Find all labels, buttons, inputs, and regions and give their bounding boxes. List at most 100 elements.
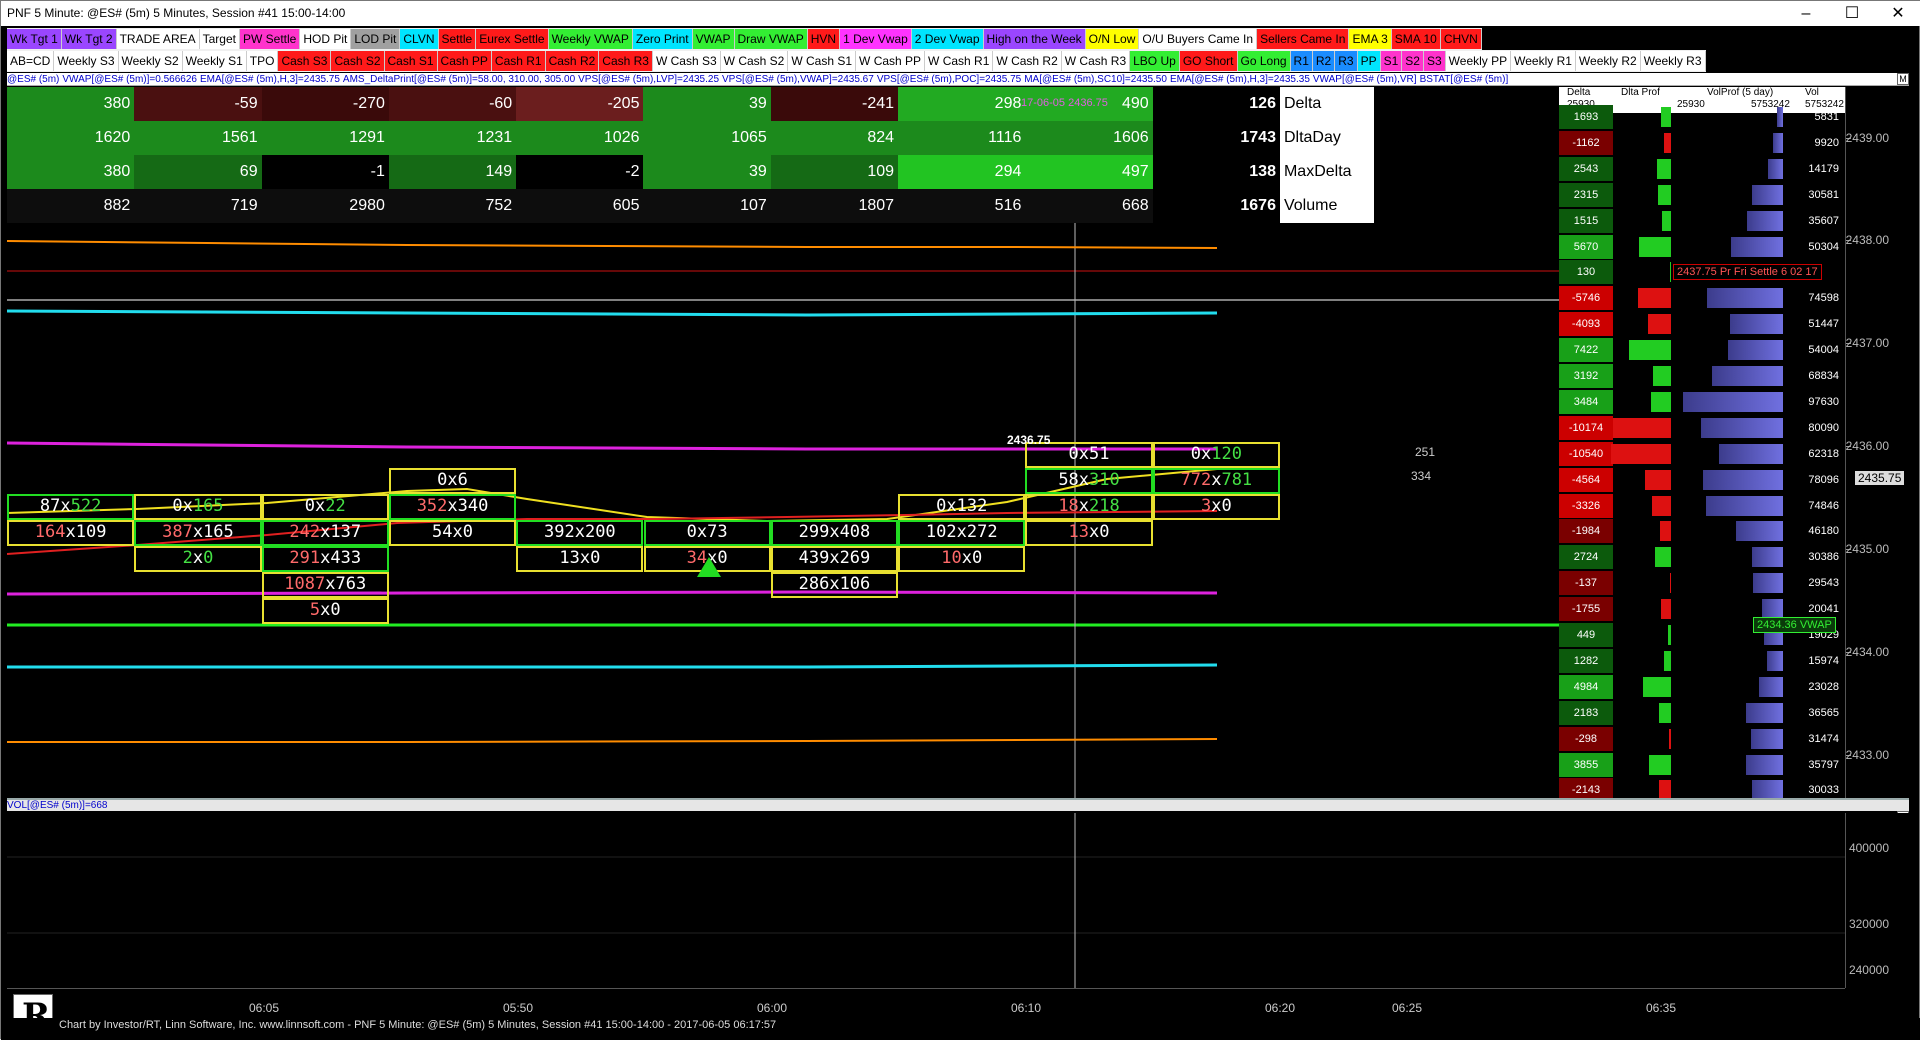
toolbar-button-weekly-s1[interactable]: Weekly S1 [182,51,247,71]
delta-profile-bar [1662,210,1671,231]
vp-delta-title: Delta [1567,87,1591,98]
toolbar-button-w-cash-s3[interactable]: W Cash S3 [652,51,721,71]
toolbar-button-w-cash-s2[interactable]: W Cash S2 [720,51,789,71]
toolbar-button-wk-tgt-2[interactable]: Wk Tgt 2 [61,29,117,49]
volume-profile-bar [1746,210,1783,231]
toolbar-button-s2[interactable]: S2 [1402,51,1424,71]
toolbar-button-w-cash-pp[interactable]: W Cash PP [856,51,926,71]
volume-pane[interactable] [7,813,1845,988]
toolbar-button-hvn[interactable]: HVN [807,29,841,49]
toolbar-button-w-cash-r2[interactable]: W Cash R2 [993,51,1062,71]
volume-value: 29543 [1808,577,1839,590]
toolbar-button-r2[interactable]: R2 [1312,51,1336,71]
indicator-item[interactable]: EMA[@ES# (5m),H,3]=2435.75 [200,74,340,85]
bid-volume: 0 [936,496,947,516]
toolbar-button-go-long[interactable]: Go Long [1237,51,1291,71]
footprint-cell: 392x200 [516,520,644,546]
volume-profile-bar [1731,236,1783,257]
indicator-item[interactable]: VPS[@ES# (5m),VWAP]=2435.67 [722,74,874,85]
toolbar-button-lod-pit[interactable]: LOD Pit [351,29,401,49]
close-chart-icon[interactable]: ✕ [1879,54,1889,68]
volume-profile-bar [1719,443,1783,464]
price-axis[interactable]: 2439.00 2438.00 2437.00 2436.00 2435.00 2434.… [1845,87,1909,798]
toolbar-button-ab-cd[interactable]: AB=CD [7,51,55,71]
toolbar-button-weekly-r2[interactable]: Weekly R2 [1575,51,1641,71]
footprint-cell: 242x137 [261,520,389,546]
toolbar-button-1-dev-vwap[interactable]: 1 Dev Vwap [840,29,912,49]
ask-volume: 132 [956,496,988,516]
bid-ask-separator: x [696,522,708,542]
toolbar-button-cash-r1[interactable]: Cash R1 [491,51,546,71]
toolbar-button-w-cash-r3[interactable]: W Cash R3 [1061,51,1131,71]
toolbar-button-trade-area[interactable]: TRADE AREA [116,29,200,49]
ask-volume: 0 [462,522,474,542]
toolbar-button-clvn[interactable]: CLVN [400,29,439,49]
toolbar-button-settle[interactable]: Settle [438,29,477,49]
toolbar-button-weekly-s3[interactable]: Weekly S3 [54,51,119,71]
toolbar-button-s1[interactable]: S1 [1380,51,1403,71]
indicator-item[interactable]: EMA[@ES# (5m),H,3]=2435.35 [1170,74,1310,85]
toolbar-button-weekly-r1[interactable]: Weekly R1 [1511,51,1576,71]
toolbar-button-tpo[interactable]: TPO [246,51,279,71]
toolbar-button-cash-s3[interactable]: Cash S3 [278,51,332,71]
toolbar-button-cash-r2[interactable]: Cash R2 [545,51,600,71]
indicator-item[interactable]: VPS[@ES# (5m),POC]=2435.75 [877,74,1021,85]
volume-profile-bar [1759,676,1783,697]
toolbar-button-weekly-pp[interactable]: Weekly PP [1445,51,1512,71]
toolbar-button-chvn[interactable]: CHVN [1440,29,1482,49]
bid-volume: 0 [304,496,315,516]
toolbar-button-w-cash-s1[interactable]: W Cash S1 [788,51,857,71]
toolbar-button-weekly-vwap[interactable]: Weekly VWAP [548,29,633,49]
toolbar-button-sellers-came-in[interactable]: Sellers Came In [1257,29,1350,49]
toolbar-button-cash-s1[interactable]: Cash S1 [384,51,438,71]
toolbar-button-r3[interactable]: R3 [1335,51,1358,71]
toolbar-button-weekly-s2[interactable]: Weekly S2 [118,51,183,71]
indicator-item[interactable]: AMS_DeltaPrint[@ES# (5m)]=58.00, 310.00,… [343,74,575,85]
indicator-item[interactable]: VWAP[@ES# (5m)]=0.566626 [62,74,197,85]
toolbar-button-s3[interactable]: S3 [1423,51,1446,71]
toolbar-button-o-u-buyers-came-in[interactable]: O/U Buyers Came In [1139,29,1258,49]
toolbar-button-draw-vwap[interactable]: Draw VWAP [734,29,808,49]
restore-icon[interactable]: ⧉ [1853,54,1862,69]
volume-indicator-item[interactable]: VOL[@ES# (5m)]=668 [7,800,107,811]
toolbar-button-pp[interactable]: PP [1357,51,1381,71]
toolbar-button-lbo-up[interactable]: LBO Up [1130,51,1180,71]
toolbar-button-go-short[interactable]: GO Short [1179,51,1238,71]
toolbar-button-r1[interactable]: R1 [1290,51,1313,71]
time-axis[interactable]: 06:05 05:50 06:00 06:10 06:20 06:25 06:35 [7,988,1845,1018]
toolbar-button-high-on-the-week[interactable]: High on the Week [983,29,1086,49]
toolbar-button-o-n-low[interactable]: O/N Low [1085,29,1140,49]
close-button[interactable]: ✕ [1875,1,1920,26]
delta-profile-bar [1649,754,1671,775]
footprint-cell: 18x218 [1025,494,1153,520]
toolbar-button-hod-pit[interactable]: HOD Pit [300,29,352,49]
toolbar-button-cash-pp[interactable]: Cash PP [437,51,492,71]
bid-volume: 0 [437,470,448,490]
toolbar-button-weekly-r3[interactable]: Weekly R3 [1640,51,1706,71]
volume-value: 30581 [1808,188,1839,201]
indicator-item[interactable]: VWAP[@ES# (5m),VR] [1313,74,1417,85]
bid-ask-separator: x [320,548,331,568]
indicator-item[interactable]: BSTAT[@ES# (5m)] [1420,74,1509,85]
stat-cell: 138 [1152,155,1280,189]
toolbar-button-cash-r3[interactable]: Cash R3 [599,51,653,71]
minimize-button[interactable]: – [1783,1,1829,26]
indicator-item[interactable]: MA[@ES# (5m),SC10]=2435.50 [1024,74,1167,85]
indicator-item[interactable]: VPS[@ES# (5m),LVP]=2435.25 [578,74,719,85]
toolbar-button-ema-3[interactable]: EMA 3 [1349,29,1392,49]
toolbar-button-zero-print[interactable]: Zero Print [632,29,693,49]
footprint-cell: 1087x763 [261,572,389,598]
toolbar-button-wk-tgt-1[interactable]: Wk Tgt 1 [7,29,62,49]
indicator-item[interactable]: @ES# (5m) [7,74,59,85]
volume-axis[interactable]: 400000 320000 240000 [1845,813,1909,988]
toolbar-button-eurex-settle[interactable]: Eurex Settle [476,29,549,49]
maximize-button[interactable]: ☐ [1829,1,1875,26]
toolbar-button-target[interactable]: Target [199,29,240,49]
toolbar-button-pw-settle[interactable]: PW Settle [239,29,301,49]
toolbar-button-sma-10[interactable]: SMA 10 [1391,29,1441,49]
toolbar-button-vwap[interactable]: VWAP [692,29,735,49]
toolbar-button-w-cash-r1[interactable]: W Cash R1 [925,51,994,71]
maximize-pane-icon[interactable]: M [1897,73,1909,85]
toolbar-button-cash-s2[interactable]: Cash S2 [331,51,385,71]
toolbar-button-2-dev-vwap[interactable]: 2 Dev Vwap [911,29,984,49]
